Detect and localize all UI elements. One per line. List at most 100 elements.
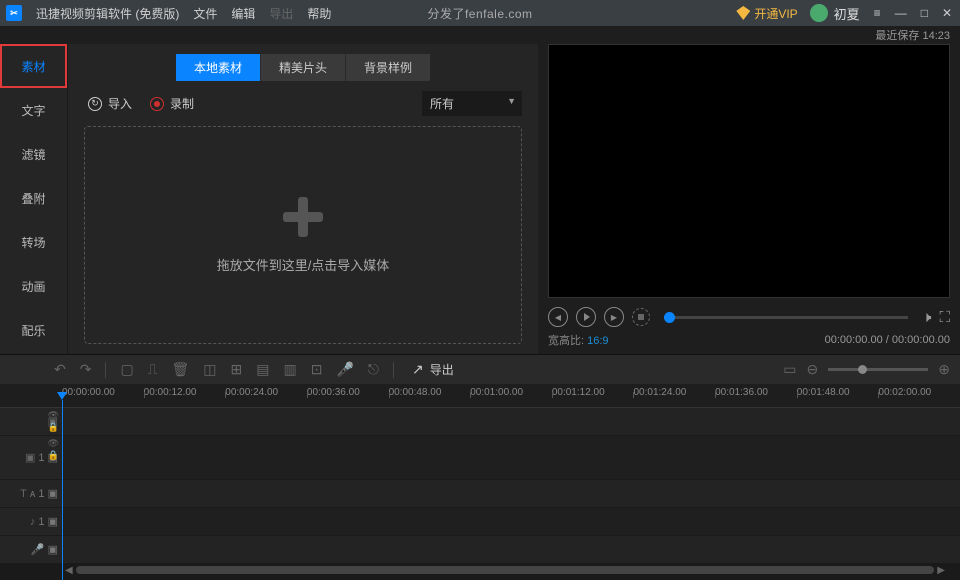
time-ruler[interactable]: 00:00:00.00 00:00:12.00 00:00:24.00 00:0…	[0, 384, 960, 408]
zoom-in-icon[interactable]: ⊕	[938, 361, 950, 378]
seek-slider[interactable]	[664, 316, 908, 319]
track-lane[interactable]	[62, 536, 960, 564]
scroll-track[interactable]	[76, 566, 935, 574]
menu-edit[interactable]: 编辑	[231, 5, 255, 22]
menu-export[interactable]: 导出	[269, 5, 293, 22]
side-tab-transition[interactable]: 转场	[0, 220, 67, 264]
time-mark: 00:01:48.00	[797, 384, 879, 398]
menu-file[interactable]: 文件	[193, 5, 217, 22]
user-name: 初夏	[834, 4, 860, 23]
zoom-out-icon[interactable]: ⊖	[807, 361, 819, 378]
sub-tab-background[interactable]: 背景样例	[346, 54, 430, 81]
side-tab-music[interactable]: 配乐	[0, 308, 67, 352]
audio-track-icon: ♪	[30, 516, 36, 528]
stop-button[interactable]	[632, 308, 650, 326]
eye-icon[interactable]: 👁	[48, 438, 59, 449]
side-tab-material[interactable]: 素材	[0, 44, 67, 88]
tool-icon-2[interactable]: ⊞	[231, 361, 243, 378]
app-title: 迅捷视频剪辑软件 (免费版)	[36, 5, 179, 22]
action-row: ↻ 导入 录制 所有	[84, 91, 522, 116]
sub-tab-intro[interactable]: 精美片头	[261, 54, 346, 81]
app-icon: ✂	[6, 5, 22, 21]
tracks: ▣👁🔒 ▣ 1 ▣👁🔒 Tᴀ 1 ▣ ♪ 1 ▣ 🎤 ▣	[0, 408, 960, 564]
menu-help[interactable]: 帮助	[307, 5, 331, 22]
preview-controls: 🕨 ⛶	[548, 298, 950, 330]
user-info[interactable]: 初夏	[810, 4, 860, 23]
text-track-icon: T	[20, 488, 27, 500]
scroll-thumb[interactable]	[76, 566, 935, 574]
lock-icon[interactable]: 🔒	[48, 422, 59, 433]
diamond-icon	[736, 6, 750, 20]
side-tab-text[interactable]: 文字	[0, 88, 67, 132]
preview-viewport[interactable]	[548, 44, 950, 298]
time-display: 00:00:00.00 / 00:00:00.00	[825, 334, 950, 346]
tool-icon-3[interactable]: ▤	[256, 361, 269, 378]
time-mark: 00:00:48.00	[389, 384, 471, 398]
close-button[interactable]: ✕	[940, 6, 954, 20]
maximize-button[interactable]: □	[919, 6, 930, 20]
tool-icon-5[interactable]: ⊡	[311, 361, 323, 378]
timeline: 00:00:00.00 00:00:12.00 00:00:24.00 00:0…	[0, 384, 960, 576]
undo-icon[interactable]: ↶	[54, 361, 66, 378]
time-mark: 00:01:00.00	[470, 384, 552, 398]
main: 素材 文字 滤镜 叠附 转场 动画 配乐 本地素材 精美片头 背景样例 ↻ 导入…	[0, 44, 960, 354]
track-lane[interactable]	[62, 436, 960, 480]
track-lane[interactable]	[62, 480, 960, 508]
track-lane[interactable]	[62, 508, 960, 536]
side-tab-animation[interactable]: 动画	[0, 264, 67, 308]
prev-frame-button[interactable]	[548, 307, 568, 327]
play-button[interactable]	[576, 307, 596, 327]
tool-icon-1[interactable]: ◫	[203, 361, 216, 378]
side-tab-overlay[interactable]: 叠附	[0, 176, 67, 220]
vip-button[interactable]: 开通VIP	[736, 5, 797, 22]
track-label-text[interactable]: Tᴀ 1 ▣	[0, 480, 62, 508]
record-icon	[150, 97, 164, 111]
timeline-toolbar: ↶ ↷ ▢ ⎍ 🗑 ◫ ⊞ ▤ ▥ ⊡ 🎤 ⎋ ↗ 导出 ▭ ⊖ ⊕	[0, 354, 960, 384]
export-label: 导出	[430, 361, 454, 378]
time-mark: 00:01:12.00	[552, 384, 634, 398]
mic-icon[interactable]: 🎤	[336, 361, 353, 378]
split-icon[interactable]: ⎍	[148, 361, 158, 378]
time-mark: 00:00:24.00	[225, 384, 307, 398]
fullscreen-icon[interactable]: ⛶	[939, 309, 950, 326]
lock-icon[interactable]: 🔒	[48, 450, 59, 461]
minimize-button[interactable]: —	[893, 6, 909, 20]
export-button[interactable]: ↗ 导出	[412, 361, 454, 378]
filter-select[interactable]: 所有	[422, 91, 522, 116]
playhead[interactable]	[62, 400, 63, 580]
tool-icon-6[interactable]: ⎋	[368, 361, 379, 378]
aspect-value[interactable]: 16:9	[587, 335, 608, 347]
track-label-video-main[interactable]: ▣ 1 ▣👁🔒	[0, 436, 62, 480]
track-label-audio[interactable]: ♪ 1 ▣	[0, 508, 62, 536]
scroll-right-icon[interactable]: ▶	[934, 565, 948, 576]
seek-thumb[interactable]	[664, 312, 675, 323]
track-label-voice[interactable]: 🎤 ▣	[0, 536, 62, 564]
import-button[interactable]: ↻ 导入	[88, 95, 132, 112]
record-button[interactable]: 录制	[150, 95, 194, 112]
track-labels: ▣👁🔒 ▣ 1 ▣👁🔒 Tᴀ 1 ▣ ♪ 1 ▣ 🎤 ▣	[0, 408, 62, 564]
redo-icon[interactable]: ↷	[80, 361, 92, 378]
dropzone[interactable]: 拖放文件到这里/点击导入媒体	[84, 126, 522, 344]
record-label: 录制	[170, 95, 194, 112]
eye-icon[interactable]: 👁	[48, 410, 59, 421]
zoom-slider[interactable]	[828, 368, 928, 371]
export-icon: ↗	[412, 361, 424, 378]
track-lanes[interactable]	[62, 408, 960, 564]
next-frame-button[interactable]	[604, 307, 624, 327]
tool-icon-4[interactable]: ▥	[284, 361, 297, 378]
zoom-thumb[interactable]	[858, 365, 867, 374]
volume-icon[interactable]: 🕨	[922, 309, 931, 326]
track-label-video[interactable]: ▣👁🔒	[0, 408, 62, 436]
horizontal-scrollbar[interactable]: ◀ ▶	[0, 564, 960, 576]
fit-icon[interactable]: ▭	[783, 361, 796, 378]
vip-label: 开通VIP	[754, 5, 797, 22]
track-lane[interactable]	[62, 408, 960, 436]
scroll-left-icon[interactable]: ◀	[62, 565, 76, 576]
side-tab-filter[interactable]: 滤镜	[0, 132, 67, 176]
time-mark: 00:02:00.00	[878, 384, 960, 398]
menu-icon[interactable]: ≡	[872, 6, 883, 20]
import-label: 导入	[108, 95, 132, 112]
crop-icon[interactable]: ▢	[120, 361, 133, 378]
delete-icon[interactable]: 🗑	[172, 361, 190, 378]
sub-tab-local[interactable]: 本地素材	[176, 54, 261, 81]
